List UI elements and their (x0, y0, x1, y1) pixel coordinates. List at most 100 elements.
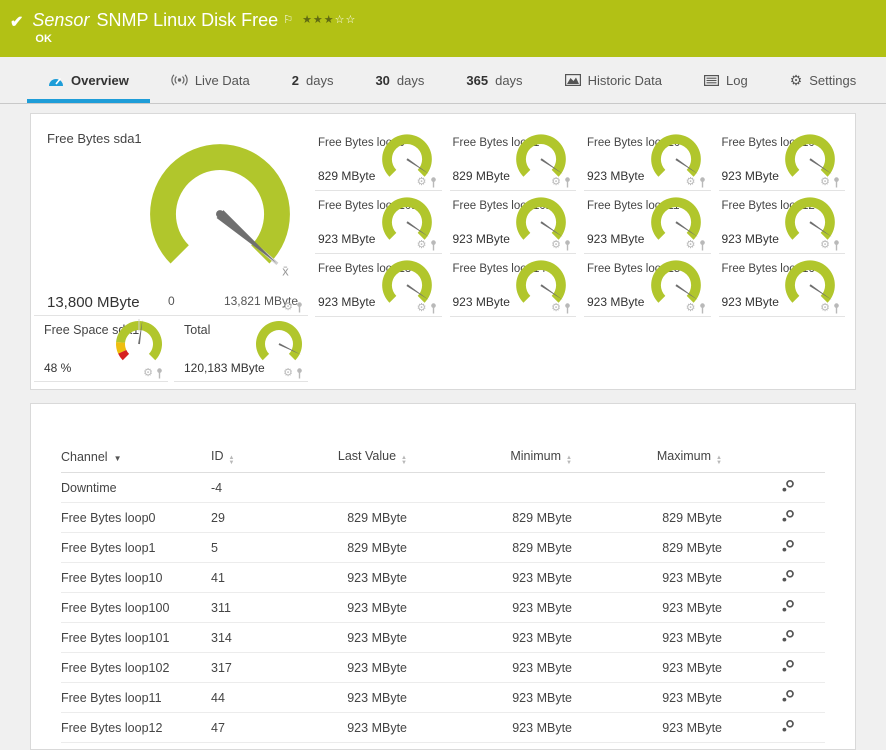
channel-gauge-cell: Free Bytes loop12 923 MByte ⚙ (719, 191, 846, 254)
channel-settings-gear-icon[interactable]: ⚙ (143, 368, 153, 379)
channel-settings-gear-icon[interactable]: ⚙ (686, 177, 696, 188)
cell-last-value: 923 MByte (296, 683, 421, 713)
tab-365-days[interactable]: 365days (445, 57, 543, 103)
edit-channel-icon[interactable] (781, 479, 795, 493)
cell-channel: Free Bytes loop0 (61, 503, 211, 533)
channel-settings-gear-icon[interactable]: ⚙ (417, 303, 427, 314)
total-gauge-cell: Total 120,183 MByte ⚙ (174, 316, 308, 382)
channel-last-value: 923 MByte (587, 295, 644, 309)
channel-settings-gear-icon[interactable]: ⚙ (551, 240, 561, 251)
pin-icon[interactable] (564, 177, 571, 188)
channel-gauge-cell: Free Bytes loop100 923 MByte ⚙ (719, 128, 846, 191)
pin-icon[interactable] (833, 177, 840, 188)
pin-icon[interactable] (699, 240, 706, 251)
channel-settings-gear-icon[interactable]: ⚙ (686, 303, 696, 314)
sort-icon: ▲▼ (229, 456, 235, 465)
sensor-title: SNMP Linux Disk Free (96, 10, 278, 30)
tab-overview[interactable]: Overview (27, 57, 150, 103)
channel-gauge (649, 132, 703, 182)
channel-gauge-cell: Free Bytes loop15 923 MByte ⚙ (584, 254, 711, 317)
total-gauge (254, 319, 304, 365)
cell-last-value: 829 MByte (296, 503, 421, 533)
channel-table-row: Free Bytes loop12 47 923 MByte 923 MByte… (61, 713, 825, 743)
cell-minimum: 923 MByte (421, 713, 586, 743)
gauge-icon (48, 74, 64, 87)
channel-settings-gear-icon[interactable]: ⚙ (820, 240, 830, 251)
channel-gauge-cell: Free Bytes loop16 923 MByte ⚙ (719, 254, 846, 317)
channel-gauge (514, 258, 568, 308)
channel-last-value: 13,800 MByte (47, 294, 140, 311)
cell-maximum: 923 MByte (586, 563, 736, 593)
channel-settings-gear-icon[interactable]: ⚙ (686, 240, 696, 251)
channel-gauge (783, 132, 837, 182)
tab-live-data[interactable]: Live Data (150, 57, 271, 103)
pin-icon[interactable] (430, 303, 437, 314)
channel-gauge-cell: Free Bytes loop102 923 MByte ⚙ (450, 191, 577, 254)
tab-historic-data[interactable]: Historic Data (544, 57, 683, 103)
cell-last-value: 923 MByte (296, 593, 421, 623)
channel-settings-gear-icon[interactable]: ⚙ (417, 177, 427, 188)
column-header-channel[interactable]: Channel▼ (61, 444, 211, 473)
cell-id: -4 (211, 473, 296, 503)
pin-icon[interactable] (699, 177, 706, 188)
channel-table-panel: Channel▼ ID▲▼ Last Value▲▼ Minimum▲▼ Max… (30, 403, 856, 750)
edit-channel-icon[interactable] (781, 689, 795, 703)
pin-icon[interactable] (699, 303, 706, 314)
column-header-maximum[interactable]: Maximum▲▼ (586, 444, 736, 473)
channel-last-value: 829 MByte (318, 169, 375, 183)
pin-icon[interactable] (833, 303, 840, 314)
edit-channel-icon[interactable] (781, 659, 795, 673)
column-header-last-value[interactable]: Last Value▲▼ (296, 444, 421, 473)
pin-icon[interactable] (156, 368, 163, 379)
channel-gauge (380, 132, 434, 182)
channel-gauge (649, 195, 703, 245)
gear-icon: ⚙ (790, 73, 803, 87)
pin-icon[interactable] (296, 368, 303, 379)
cell-id: 29 (211, 503, 296, 533)
cell-channel: Free Bytes loop11 (61, 683, 211, 713)
edit-channel-icon[interactable] (781, 539, 795, 553)
channel-settings-gear-icon[interactable]: ⚙ (820, 303, 830, 314)
cell-maximum: 923 MByte (586, 713, 736, 743)
channel-settings-gear-icon[interactable]: ⚙ (283, 368, 293, 379)
channel-settings-gear-icon[interactable]: ⚙ (551, 303, 561, 314)
cell-maximum: 923 MByte (586, 623, 736, 653)
pin-icon[interactable] (430, 240, 437, 251)
column-header-id[interactable]: ID▲▼ (211, 444, 296, 473)
cell-minimum: 923 MByte (421, 653, 586, 683)
channel-gauge (380, 258, 434, 308)
tab-2-days[interactable]: 2days (271, 57, 355, 103)
channel-settings-gear-icon[interactable]: ⚙ (551, 177, 561, 188)
edit-channel-icon[interactable] (781, 569, 795, 583)
channel-settings-gear-icon[interactable]: ⚙ (283, 302, 293, 313)
channel-last-value: 923 MByte (587, 232, 644, 246)
pin-icon[interactable] (564, 240, 571, 251)
cell-last-value (296, 473, 421, 503)
cell-last-value: 923 MByte (296, 623, 421, 653)
tab-log[interactable]: Log (683, 57, 769, 103)
pin-icon[interactable] (564, 303, 571, 314)
tab-settings[interactable]: ⚙ Settings (769, 57, 878, 103)
channel-last-value: 923 MByte (453, 295, 510, 309)
edit-channel-icon[interactable] (781, 599, 795, 613)
cell-minimum (421, 473, 586, 503)
tab-30-days[interactable]: 30days (354, 57, 445, 103)
column-header-minimum[interactable]: Minimum▲▼ (421, 444, 586, 473)
pin-icon[interactable] (833, 240, 840, 251)
channel-gauge-cell: Free Bytes loop1 829 MByte ⚙ (450, 128, 577, 191)
edit-channel-icon[interactable] (781, 629, 795, 643)
channel-last-value: 120,183 MByte (184, 361, 265, 375)
channel-last-value: 923 MByte (722, 295, 779, 309)
cell-id: 317 (211, 653, 296, 683)
channel-settings-gear-icon[interactable]: ⚙ (417, 240, 427, 251)
cell-id: 47 (211, 713, 296, 743)
edit-channel-icon[interactable] (781, 719, 795, 733)
sort-icon: ▲▼ (401, 456, 407, 465)
edit-channel-icon[interactable] (781, 509, 795, 523)
channel-gauge-cell: Free Bytes loop14 923 MByte ⚙ (450, 254, 577, 317)
pin-icon[interactable] (430, 177, 437, 188)
pin-icon[interactable] (296, 302, 303, 313)
priority-stars[interactable]: ★★★☆☆ (302, 14, 356, 26)
channel-settings-gear-icon[interactable]: ⚙ (820, 177, 830, 188)
channel-last-value: 923 MByte (722, 232, 779, 246)
